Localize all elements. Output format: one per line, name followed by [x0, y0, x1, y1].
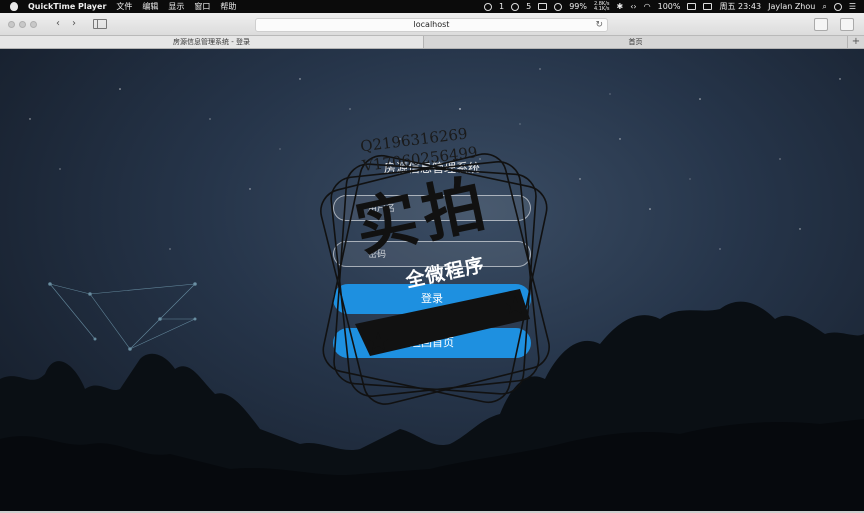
tab-login[interactable]: 房源信息管理系统 - 登录: [0, 36, 424, 48]
menu-app-name[interactable]: QuickTime Player: [28, 2, 106, 11]
back-icon[interactable]: ‹: [51, 18, 65, 30]
menu-edit[interactable]: 编辑: [142, 1, 158, 12]
menu-bar: QuickTime Player 文件 编辑 显示 窗口 帮助 1 5 99% …: [0, 0, 864, 13]
menu-window[interactable]: 窗口: [194, 1, 210, 12]
net-down: 4.1K/s: [593, 5, 610, 12]
s-icon[interactable]: [703, 3, 713, 10]
code-icon[interactable]: ‹›: [630, 2, 636, 11]
battery-icon[interactable]: [687, 3, 697, 10]
menu-help[interactable]: 帮助: [220, 1, 236, 12]
status-bell2-icon[interactable]: [511, 2, 520, 11]
wifi-icon[interactable]: ◠: [644, 2, 651, 11]
status-count-1: 1: [499, 2, 505, 11]
ring-icon[interactable]: [554, 2, 563, 11]
minimize-window-button[interactable]: [19, 20, 26, 28]
tabs-icon[interactable]: [840, 18, 854, 31]
net-speed: 2.8K/s 4.1K/s: [593, 1, 610, 12]
window-controls: [0, 20, 37, 28]
menu-view[interactable]: 显示: [168, 1, 184, 12]
siri-icon[interactable]: [833, 2, 842, 11]
sidebar-icon[interactable]: [93, 19, 107, 29]
status-bell-icon[interactable]: [484, 2, 493, 11]
user-name[interactable]: Jaylan Zhou: [768, 2, 815, 11]
reload-icon[interactable]: ↻: [595, 19, 603, 31]
share-icon[interactable]: [814, 18, 828, 31]
bluetooth-icon[interactable]: ✱: [617, 2, 624, 11]
address-bar[interactable]: localhost ↻: [255, 18, 608, 32]
menu-file[interactable]: 文件: [116, 1, 132, 12]
clock[interactable]: 周五 23:43: [719, 1, 761, 12]
apple-icon[interactable]: [10, 2, 18, 11]
close-window-button[interactable]: [8, 20, 15, 28]
status-ring: 99%: [569, 2, 587, 11]
search-icon[interactable]: ⌕: [822, 2, 826, 12]
new-tab-button[interactable]: +: [848, 36, 864, 48]
wechat-icon[interactable]: [538, 3, 548, 10]
address-text: localhost: [413, 20, 450, 29]
browser-toolbar: ‹ › localhost ↻: [0, 13, 864, 36]
battery-label: 100%: [657, 2, 681, 11]
zoom-window-button[interactable]: [30, 20, 37, 28]
status-count-2: 5: [526, 2, 532, 11]
tab-home[interactable]: 首页: [424, 36, 848, 48]
list-icon[interactable]: ☰: [849, 2, 856, 11]
forward-icon[interactable]: ›: [67, 18, 81, 30]
tab-bar: 房源信息管理系统 - 登录 首页 +: [0, 36, 864, 49]
